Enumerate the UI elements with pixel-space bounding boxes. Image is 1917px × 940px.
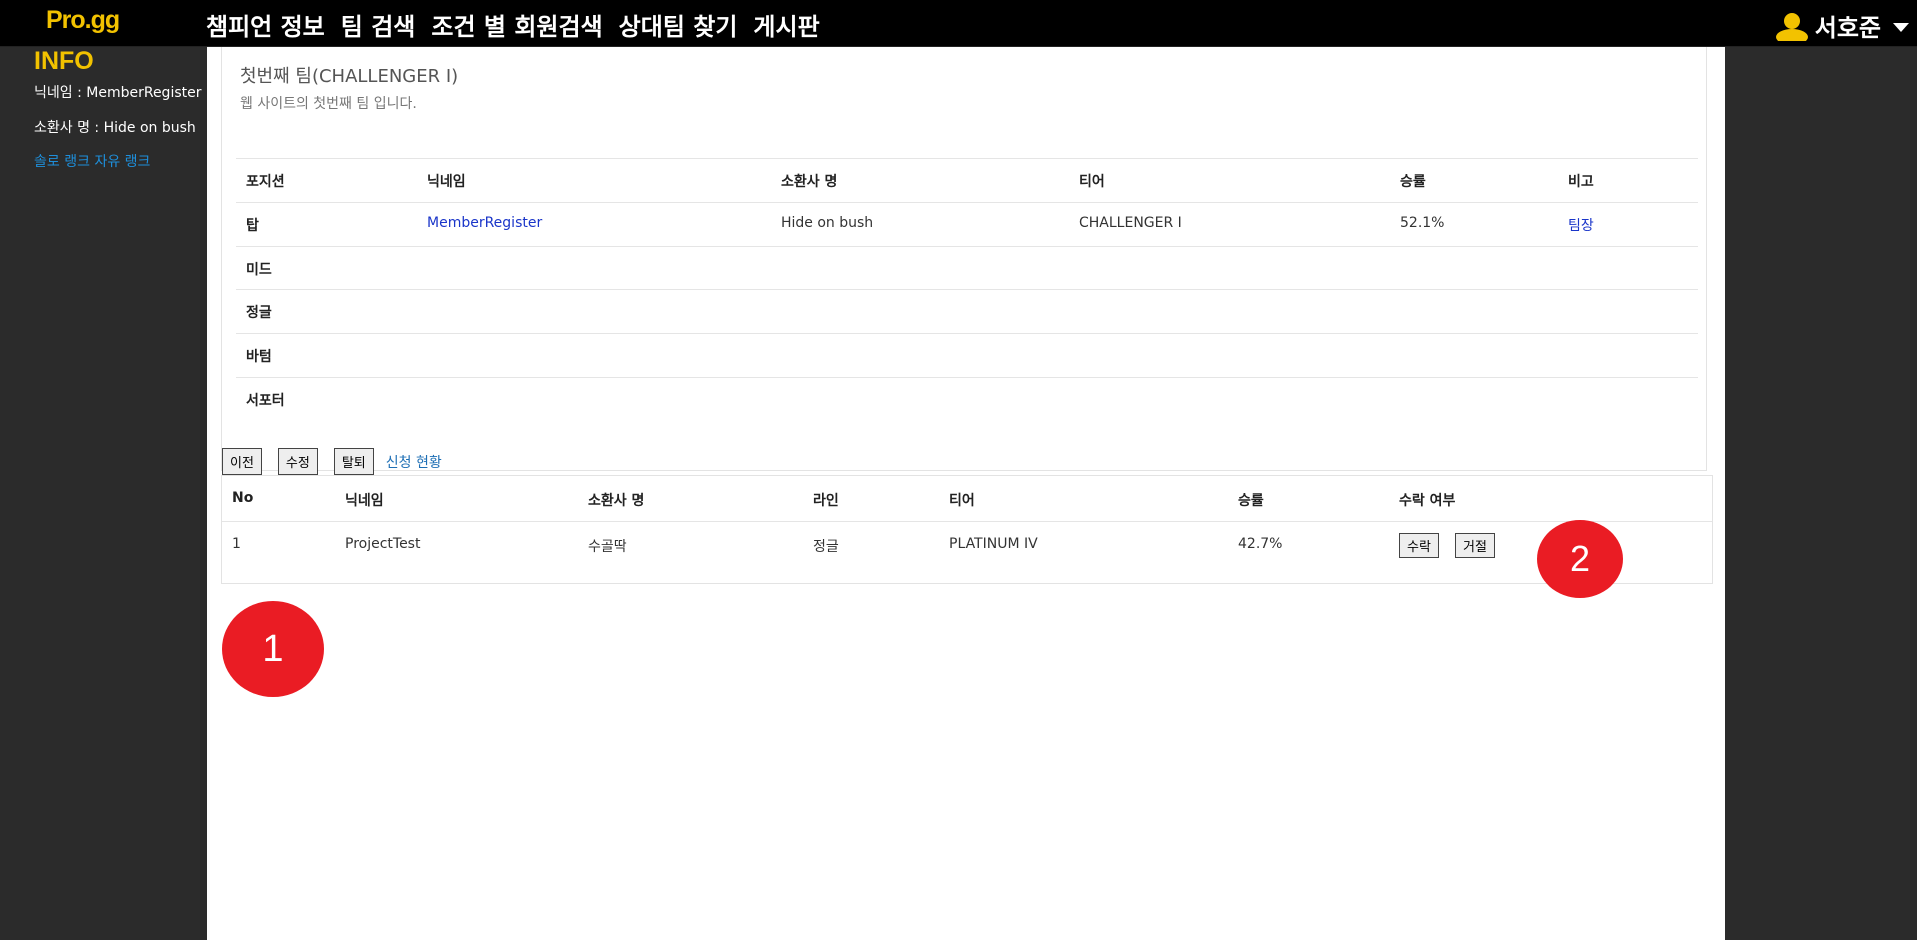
col-nickname: 닉네임: [427, 174, 466, 190]
col-accept: 수락 여부: [1399, 493, 1456, 509]
team-table-header: 포지션 닉네임 소환사 명 티어 승률 비고: [236, 158, 1698, 202]
table-row: 정글: [236, 289, 1698, 333]
row-summoner: 수골딱: [588, 539, 627, 555]
table-row: 서포터: [236, 377, 1698, 421]
annotation-marker-1: 1: [222, 601, 324, 697]
solo-rank-link[interactable]: 솔로 랭크: [34, 154, 90, 170]
main-nav: 챔피언 정보 팀 검색 조건 별 회원검색 상대팀 찾기 게시판: [206, 7, 820, 42]
sidebar-summoner: 소환사 명 : Hide on bush: [34, 120, 196, 136]
row-line: 정글: [813, 539, 839, 555]
sidebar: INFO 닉네임 : MemberRegister 소환사 명 : Hide o…: [0, 47, 207, 940]
col-note: 비고: [1568, 174, 1594, 190]
col-tier: 티어: [1079, 174, 1105, 190]
chevron-down-icon[interactable]: [1893, 23, 1909, 32]
row-summoner: Hide on bush: [781, 215, 874, 231]
prev-button[interactable]: 이전: [222, 448, 262, 475]
edit-button[interactable]: 수정: [277, 448, 318, 475]
sidebar-nickname: 닉네임 : MemberRegister: [34, 85, 202, 101]
row-note-leader[interactable]: 팀장: [1568, 215, 1594, 235]
col-line: 라인: [813, 493, 839, 509]
row-nickname: ProjectTest: [345, 536, 421, 552]
row-position: 서포터: [246, 393, 285, 409]
col-position: 포지션: [246, 174, 285, 190]
top-navbar: Pro.gg 챔피언 정보 팀 검색 조건 별 회원검색 상대팀 찾기 게시판 …: [0, 0, 1917, 47]
accept-button[interactable]: 수락: [1399, 533, 1439, 558]
team-title: 첫번째 팀(CHALLENGER I): [240, 66, 459, 87]
row-position: 바텀: [246, 349, 272, 365]
row-tier: PLATINUM IV: [949, 536, 1038, 552]
col-nickname: 닉네임: [345, 493, 384, 509]
right-gutter: [1725, 47, 1917, 940]
flex-rank-link[interactable]: 자유 랭크: [94, 154, 150, 170]
user-avatar-icon: [1775, 11, 1809, 45]
table-row: 탑 MemberRegister Hide on bush CHALLENGER…: [236, 202, 1698, 246]
reject-button[interactable]: 거절: [1455, 533, 1495, 558]
sidebar-rank-links: 솔로 랭크 자유 랭크: [34, 151, 150, 171]
table-row: 1 ProjectTest 수골딱 정글 PLATINUM IV 42.7% 수…: [222, 522, 1712, 567]
site-logo[interactable]: Pro.gg: [46, 6, 120, 35]
sidebar-title: INFO: [34, 47, 94, 75]
row-nickname-link[interactable]: MemberRegister: [427, 215, 542, 231]
nav-board[interactable]: 게시판: [753, 7, 819, 42]
row-position: 정글: [246, 305, 272, 321]
row-no: 1: [232, 536, 241, 552]
applications-table-header: No 닉네임 소환사 명 라인 티어 승률 수락 여부: [222, 476, 1712, 522]
col-summoner: 소환사 명: [588, 493, 645, 509]
row-winrate: 52.1%: [1400, 215, 1445, 231]
row-position: 미드: [246, 262, 272, 278]
col-winrate: 승률: [1238, 493, 1264, 509]
applications-link[interactable]: 신청 현황: [386, 452, 442, 472]
row-tier: CHALLENGER I: [1079, 215, 1182, 231]
nav-find-opponent[interactable]: 상대팀 찾기: [619, 7, 738, 42]
team-description: 웹 사이트의 첫번째 팀 입니다.: [240, 96, 417, 112]
nav-member-search[interactable]: 조건 별 회원검색: [431, 7, 602, 42]
row-winrate: 42.7%: [1238, 536, 1283, 552]
col-winrate: 승률: [1400, 174, 1426, 190]
col-tier: 티어: [949, 493, 975, 509]
annotation-marker-2: 2: [1537, 520, 1623, 598]
col-summoner: 소환사 명: [781, 174, 838, 190]
table-row: 미드: [236, 246, 1698, 290]
user-name: 서호준: [1814, 14, 1881, 42]
user-menu[interactable]: 서호준: [1775, 8, 1909, 45]
nav-champion-info[interactable]: 챔피언 정보: [206, 7, 325, 42]
nav-team-search[interactable]: 팀 검색: [341, 7, 416, 42]
row-position: 탑: [246, 218, 259, 234]
leave-button[interactable]: 탈퇴: [333, 448, 374, 475]
team-actions: 이전 수정 탈퇴 신청 현황: [222, 448, 442, 475]
table-row: 바텀: [236, 333, 1698, 377]
col-no: No: [232, 490, 254, 506]
